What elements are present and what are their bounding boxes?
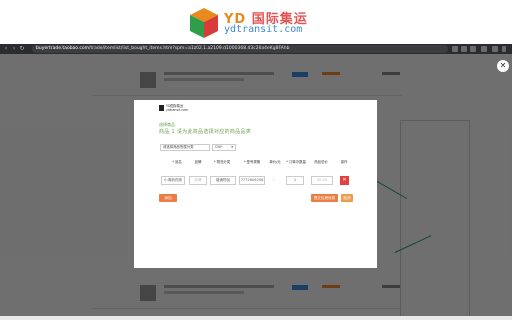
page-footer-strip <box>0 316 512 320</box>
header-brand: 品牌 <box>194 160 202 164</box>
menu-icon[interactable] <box>502 46 506 52</box>
total-price-input[interactable]: 40.00 <box>311 176 333 185</box>
delete-row-button[interactable]: ✕ <box>340 176 349 185</box>
cancel-button[interactable]: 取消 <box>341 194 353 202</box>
header-action: 操作 <box>340 160 348 164</box>
goods-category-heading: 商品 1 请为此商品选择对应的商品品类 <box>159 129 252 135</box>
brand-input[interactable]: 品牌 <box>189 176 207 185</box>
name-input[interactable]: 小清新衣服 <box>161 176 185 185</box>
logistics-select[interactable]: 普通物品 <box>210 176 236 185</box>
address-bar[interactable]: buyertrade.taobao.com/trade/itemlist/lis… <box>32 45 448 53</box>
url-host: buyertrade.taobao.com <box>36 46 90 51</box>
chevron-down-icon: ▾ <box>231 145 233 149</box>
forward-icon[interactable]: › <box>11 46 17 52</box>
header-total: 商品总价 <box>314 160 328 164</box>
extension-icon[interactable] <box>452 46 458 52</box>
model-input[interactable]: 7772606208 <box>239 176 265 185</box>
header-model: * 型号规格 <box>243 160 261 164</box>
header-name: * 品名 <box>172 160 182 164</box>
header-quantity: * 订单中数量 <box>286 160 306 164</box>
submit-package-button[interactable]: 提交包裹信息 <box>311 194 338 202</box>
reload-icon[interactable]: ↻ <box>19 46 25 52</box>
browser-toolbar: ‹ › ↻ buyertrade.taobao.com/trade/itemli… <box>0 44 512 54</box>
unit-price-value: - <box>273 177 275 182</box>
currency-select[interactable]: CNY ▾ <box>212 144 236 151</box>
extension-icon[interactable] <box>470 46 476 52</box>
header-logistics: * 物流分类 <box>213 160 231 164</box>
promo-banner: YD 国际集运 ydtransit.com <box>0 0 512 44</box>
dialog-brand: YD国际集运 ydtransit.com <box>166 104 189 112</box>
brand-subtitle: ydtransit.com <box>224 24 303 35</box>
category-select[interactable]: 请选择商品所属分类 <box>160 144 210 151</box>
screen: YD 国际集运 ydtransit.com ‹ › ↻ buyertrade.t… <box>0 0 512 320</box>
dialog-logo-icon <box>159 105 164 111</box>
close-icon[interactable]: ✕ <box>497 60 509 72</box>
back-icon[interactable]: ‹ <box>3 46 9 52</box>
quantity-input[interactable]: 1 <box>286 176 304 185</box>
cube-logo-icon <box>190 8 218 38</box>
add-goods-button[interactable]: 添加 <box>159 194 177 202</box>
header-unit-price: 单价/元 <box>269 160 281 164</box>
extension-icon[interactable] <box>461 46 467 52</box>
profile-icon[interactable] <box>492 46 498 52</box>
select-goods-dialog: YD国际集运 ydtransit.com 选择商品 商品 1 请为此商品选择对应… <box>134 100 377 268</box>
extension-icon[interactable] <box>481 46 487 52</box>
url-path: /trade/itemlist/list_bought_items.htm?sp… <box>89 46 290 51</box>
